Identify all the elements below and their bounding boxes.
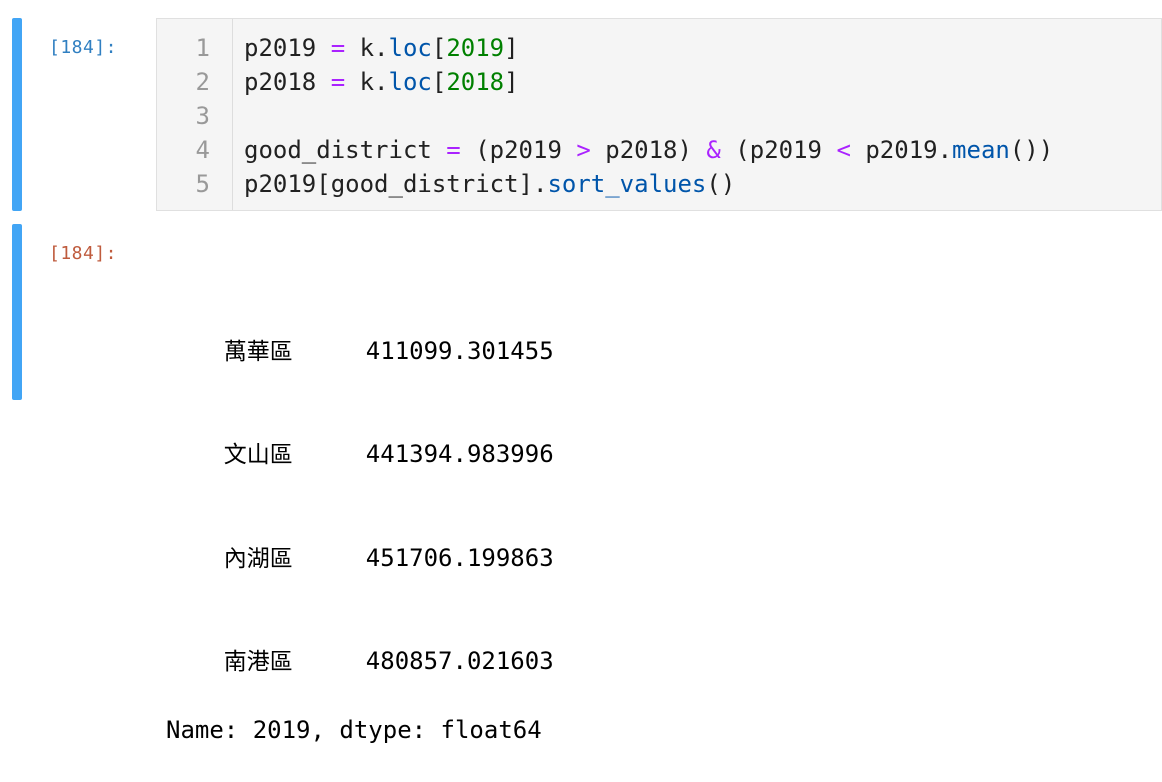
code-token-num: 2019: [446, 34, 505, 62]
code-token: p2018): [590, 136, 707, 164]
line-number: 3: [195, 102, 210, 130]
code-editor[interactable]: 1 2 3 4 5 p2019 = k.loc[2019] p2018 = k.l…: [156, 18, 1162, 211]
code-line[interactable]: p2019 = k.loc[2019]: [244, 31, 1053, 65]
code-line[interactable]: [244, 99, 1053, 133]
district-value: 441394.983996: [365, 440, 554, 468]
code-token-num: 2018: [446, 68, 505, 96]
code-token: p2018: [244, 68, 331, 96]
district-value: 411099.301455: [365, 336, 554, 365]
code-token: k.: [345, 34, 389, 62]
code-token: p2019.: [850, 136, 953, 164]
code-token: p2019: [244, 34, 331, 62]
code-line[interactable]: p2019[good_district].sort_values(): [244, 167, 1053, 201]
input-prompt: [184]:: [49, 37, 118, 58]
code-token: (): [706, 170, 736, 198]
code-token-op: >: [576, 136, 591, 164]
series-footer: Name: 2019, dtype: float64: [166, 716, 542, 744]
code-token-fn: sort_values: [547, 170, 707, 198]
code-token-op: =: [446, 136, 461, 164]
code-token: p2019[good_district].: [244, 170, 548, 198]
code-token-fn: loc: [388, 34, 432, 62]
district-name: 萬華區: [223, 338, 293, 365]
output-row: 內湖區 451706.199863: [166, 506, 554, 572]
code-token-fn: loc: [388, 68, 432, 96]
output-row: 南港區 480857.021603: [166, 610, 554, 675]
line-number: 2: [195, 68, 210, 96]
code-token: ]: [504, 34, 519, 62]
line-number-gutter: 1 2 3 4 5: [157, 19, 233, 210]
code-token: k.: [345, 68, 389, 96]
code-token: ]: [504, 68, 519, 96]
code-token: [: [431, 34, 447, 62]
code-token-op: =: [330, 68, 346, 96]
district-value: 451706.199863: [365, 543, 554, 572]
district-name: 文山區: [223, 442, 293, 468]
input-cell-selection-bar[interactable]: [12, 18, 22, 211]
code-token-fn: mean: [952, 136, 1010, 164]
code-line[interactable]: p2018 = k.loc[2018]: [244, 65, 1053, 99]
code-token: ()): [1009, 136, 1054, 164]
line-number: 5: [195, 170, 210, 198]
output-cell-selection-bar[interactable]: [12, 224, 22, 400]
code-token: [: [431, 68, 447, 96]
line-number: 1: [195, 34, 210, 62]
code-token: (p2019: [720, 136, 837, 164]
code-token: (p2019: [460, 136, 577, 164]
district-name: 南港區: [223, 649, 293, 675]
code-token: good_district: [244, 136, 447, 164]
output-row: 萬華區 411099.301455: [166, 299, 554, 365]
output-area: 萬華區 411099.301455 文山區 441394.983996 內湖區 451…: [166, 230, 554, 782]
code-token-op: <: [836, 136, 851, 164]
code-token-op: =: [330, 34, 346, 62]
code-token-op: &: [706, 136, 721, 164]
code-content[interactable]: p2019 = k.loc[2019] p2018 = k.loc[2018] go…: [244, 31, 1053, 201]
line-number: 4: [195, 136, 210, 164]
output-prompt: [184]:: [49, 243, 118, 264]
code-line[interactable]: good_district = (p2019 > p2018) & (p2019…: [244, 133, 1053, 167]
district-value: 480857.021603: [365, 647, 554, 675]
district-name: 內湖區: [223, 545, 293, 572]
